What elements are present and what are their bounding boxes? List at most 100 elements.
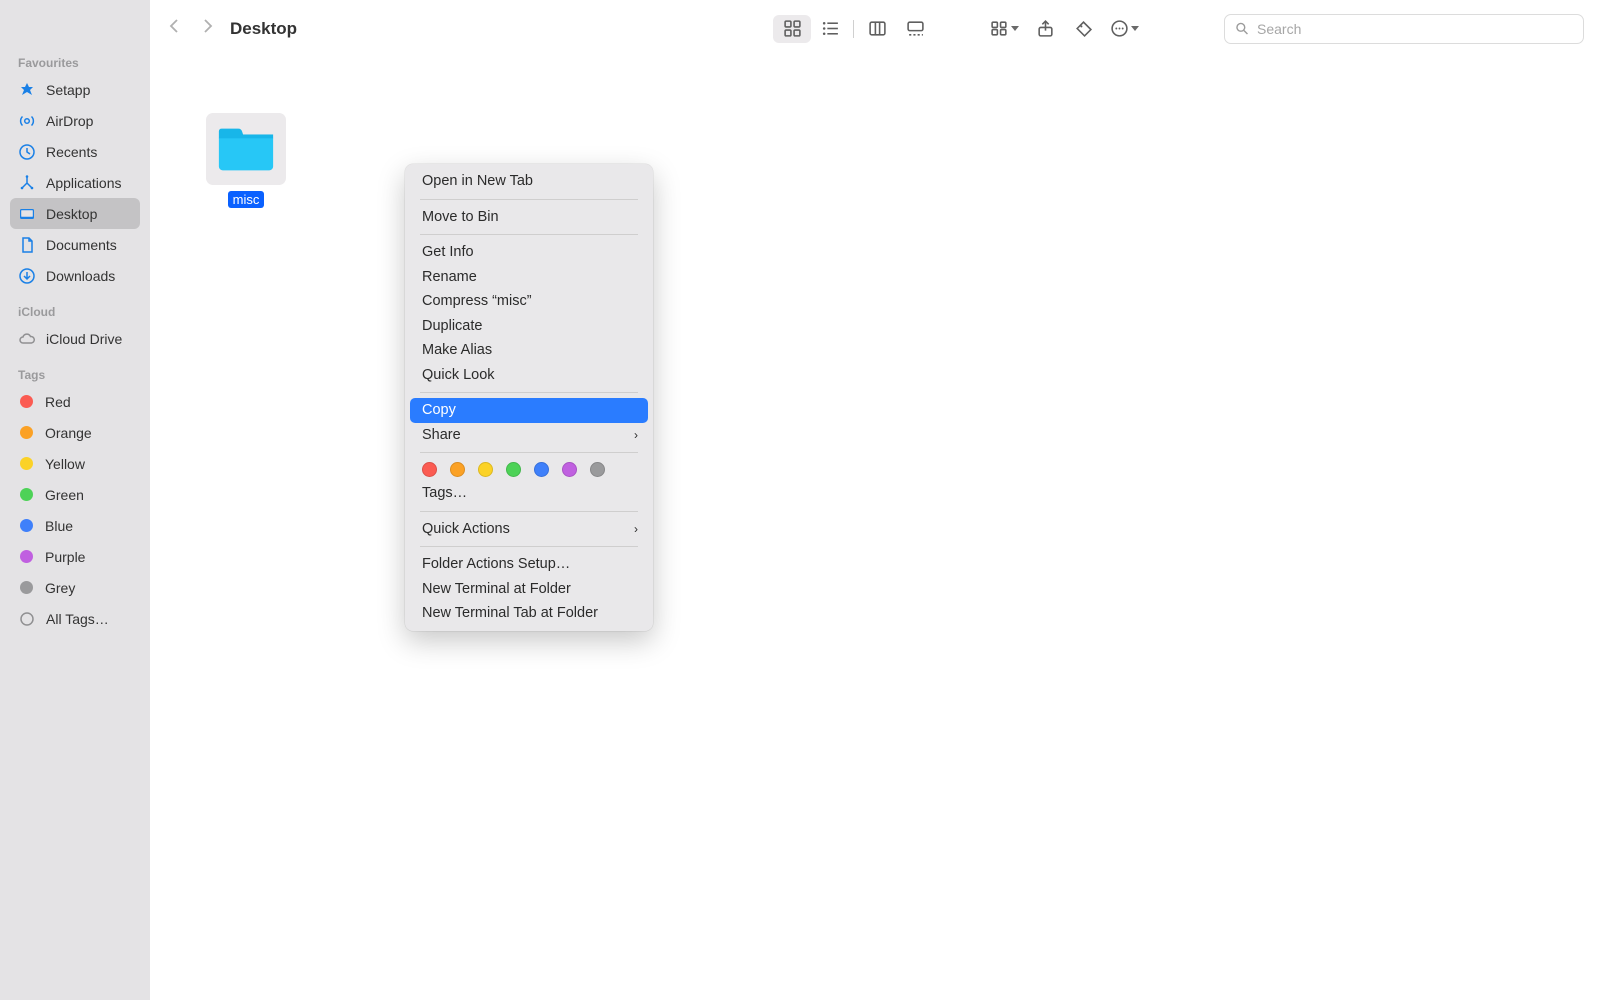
sidebar-item-label: Applications xyxy=(46,175,122,191)
menu-quick-look[interactable]: Quick Look xyxy=(410,363,648,388)
sidebar-item-label: AirDrop xyxy=(46,113,93,129)
airdrop-icon xyxy=(18,112,36,130)
menu-get-info[interactable]: Get Info xyxy=(410,240,648,265)
tag-dot-purple xyxy=(20,550,33,563)
tags-button[interactable] xyxy=(1064,15,1102,43)
sidebar-tag-red[interactable]: Red xyxy=(10,386,140,417)
menu-quick-actions[interactable]: Quick Actions › xyxy=(410,517,648,542)
sidebar-item-label: Setapp xyxy=(46,82,90,98)
chevron-right-icon: › xyxy=(634,428,638,442)
clock-icon xyxy=(18,143,36,161)
menu-make-alias[interactable]: Make Alias xyxy=(410,338,648,363)
search-field[interactable] xyxy=(1224,14,1584,44)
search-input[interactable] xyxy=(1257,21,1573,37)
sidebar-item-label: Yellow xyxy=(45,456,85,472)
share-button[interactable] xyxy=(1026,15,1064,43)
gallery-view-button[interactable] xyxy=(896,15,934,43)
sidebar-item-label: Blue xyxy=(45,518,73,534)
column-view-button[interactable] xyxy=(858,15,896,43)
menu-tags[interactable]: Tags… xyxy=(410,481,648,506)
icon-view-button[interactable] xyxy=(773,15,811,43)
tag-dot-yellow[interactable] xyxy=(478,462,493,477)
sidebar-item-applications[interactable]: Applications xyxy=(10,167,140,198)
menu-separator xyxy=(420,234,638,235)
sidebar-tag-grey[interactable]: Grey xyxy=(10,572,140,603)
separator xyxy=(853,20,854,38)
sidebar-tag-yellow[interactable]: Yellow xyxy=(10,448,140,479)
chevron-right-icon: › xyxy=(634,522,638,536)
tag-dot-grey[interactable] xyxy=(590,462,605,477)
list-view-button[interactable] xyxy=(811,15,849,43)
menu-folder-actions-setup[interactable]: Folder Actions Setup… xyxy=(410,552,648,577)
toolbar: Desktop xyxy=(150,0,1600,57)
sidebar-item-documents[interactable]: Documents xyxy=(10,229,140,260)
sidebar-all-tags[interactable]: All Tags… xyxy=(10,603,140,634)
menu-separator xyxy=(420,452,638,453)
sidebar-item-label: Green xyxy=(45,487,84,503)
sidebar-item-label: Recents xyxy=(46,144,97,160)
chevron-down-icon xyxy=(1131,26,1139,31)
sidebar-item-airdrop[interactable]: AirDrop xyxy=(10,105,140,136)
more-actions-button[interactable] xyxy=(1102,15,1146,43)
main-pane: Desktop xyxy=(150,0,1600,1000)
view-mode-group xyxy=(773,15,934,43)
tag-dot-grey xyxy=(20,581,33,594)
sidebar-item-setapp[interactable]: Setapp xyxy=(10,74,140,105)
menu-share[interactable]: Share › xyxy=(410,423,648,448)
applications-icon xyxy=(18,174,36,192)
sidebar-header-tags: Tags xyxy=(10,362,140,386)
tag-dot-red[interactable] xyxy=(422,462,437,477)
sidebar-item-recents[interactable]: Recents xyxy=(10,136,140,167)
menu-separator xyxy=(420,511,638,512)
menu-separator xyxy=(420,546,638,547)
menu-rename[interactable]: Rename xyxy=(410,265,648,290)
menu-new-terminal-at-folder[interactable]: New Terminal at Folder xyxy=(410,577,648,602)
back-button[interactable] xyxy=(166,17,184,40)
context-menu: Open in New Tab Move to Bin Get Info Ren… xyxy=(405,164,653,631)
all-tags-icon xyxy=(18,610,36,628)
menu-copy[interactable]: Copy xyxy=(410,398,648,423)
menu-tag-colors xyxy=(410,458,648,481)
group-by-button[interactable] xyxy=(982,15,1026,43)
menu-separator xyxy=(420,199,638,200)
search-icon xyxy=(1235,21,1249,36)
sidebar-tag-blue[interactable]: Blue xyxy=(10,510,140,541)
menu-new-terminal-tab-at-folder[interactable]: New Terminal Tab at Folder xyxy=(410,601,648,626)
tag-dot-orange[interactable] xyxy=(450,462,465,477)
forward-button[interactable] xyxy=(198,17,216,40)
sidebar-item-label: iCloud Drive xyxy=(46,331,122,347)
sidebar: Favourites Setapp AirDrop Recents Applic… xyxy=(0,0,150,1000)
content-area[interactable]: misc xyxy=(150,57,1600,1000)
menu-open-in-new-tab[interactable]: Open in New Tab xyxy=(410,169,648,194)
tag-dot-green[interactable] xyxy=(506,462,521,477)
chevron-down-icon xyxy=(1011,26,1019,31)
sidebar-item-icloud-drive[interactable]: iCloud Drive xyxy=(10,323,140,354)
tag-dot-blue[interactable] xyxy=(534,462,549,477)
tag-dot-red xyxy=(20,395,33,408)
menu-separator xyxy=(420,392,638,393)
tag-dot-purple[interactable] xyxy=(562,462,577,477)
sidebar-item-label: Documents xyxy=(46,237,117,253)
sidebar-item-label: Purple xyxy=(45,549,85,565)
menu-move-to-bin[interactable]: Move to Bin xyxy=(410,205,648,230)
sidebar-header-favourites: Favourites xyxy=(10,50,140,74)
setapp-icon xyxy=(18,81,36,99)
sidebar-item-label: Grey xyxy=(45,580,75,596)
tag-dot-blue xyxy=(20,519,33,532)
sidebar-item-label: Desktop xyxy=(46,206,97,222)
tag-dot-orange xyxy=(20,426,33,439)
folder-item-misc[interactable]: misc xyxy=(206,113,286,209)
sidebar-tag-orange[interactable]: Orange xyxy=(10,417,140,448)
sidebar-tag-green[interactable]: Green xyxy=(10,479,140,510)
sidebar-item-downloads[interactable]: Downloads xyxy=(10,260,140,291)
desktop-icon xyxy=(18,205,36,223)
window-title: Desktop xyxy=(230,19,297,39)
menu-duplicate[interactable]: Duplicate xyxy=(410,314,648,339)
tag-dot-yellow xyxy=(20,457,33,470)
sidebar-item-label: Downloads xyxy=(46,268,115,284)
menu-compress[interactable]: Compress “misc” xyxy=(410,289,648,314)
cloud-icon xyxy=(18,330,36,348)
sidebar-tag-purple[interactable]: Purple xyxy=(10,541,140,572)
sidebar-item-desktop[interactable]: Desktop xyxy=(10,198,140,229)
sidebar-item-label: Orange xyxy=(45,425,92,441)
